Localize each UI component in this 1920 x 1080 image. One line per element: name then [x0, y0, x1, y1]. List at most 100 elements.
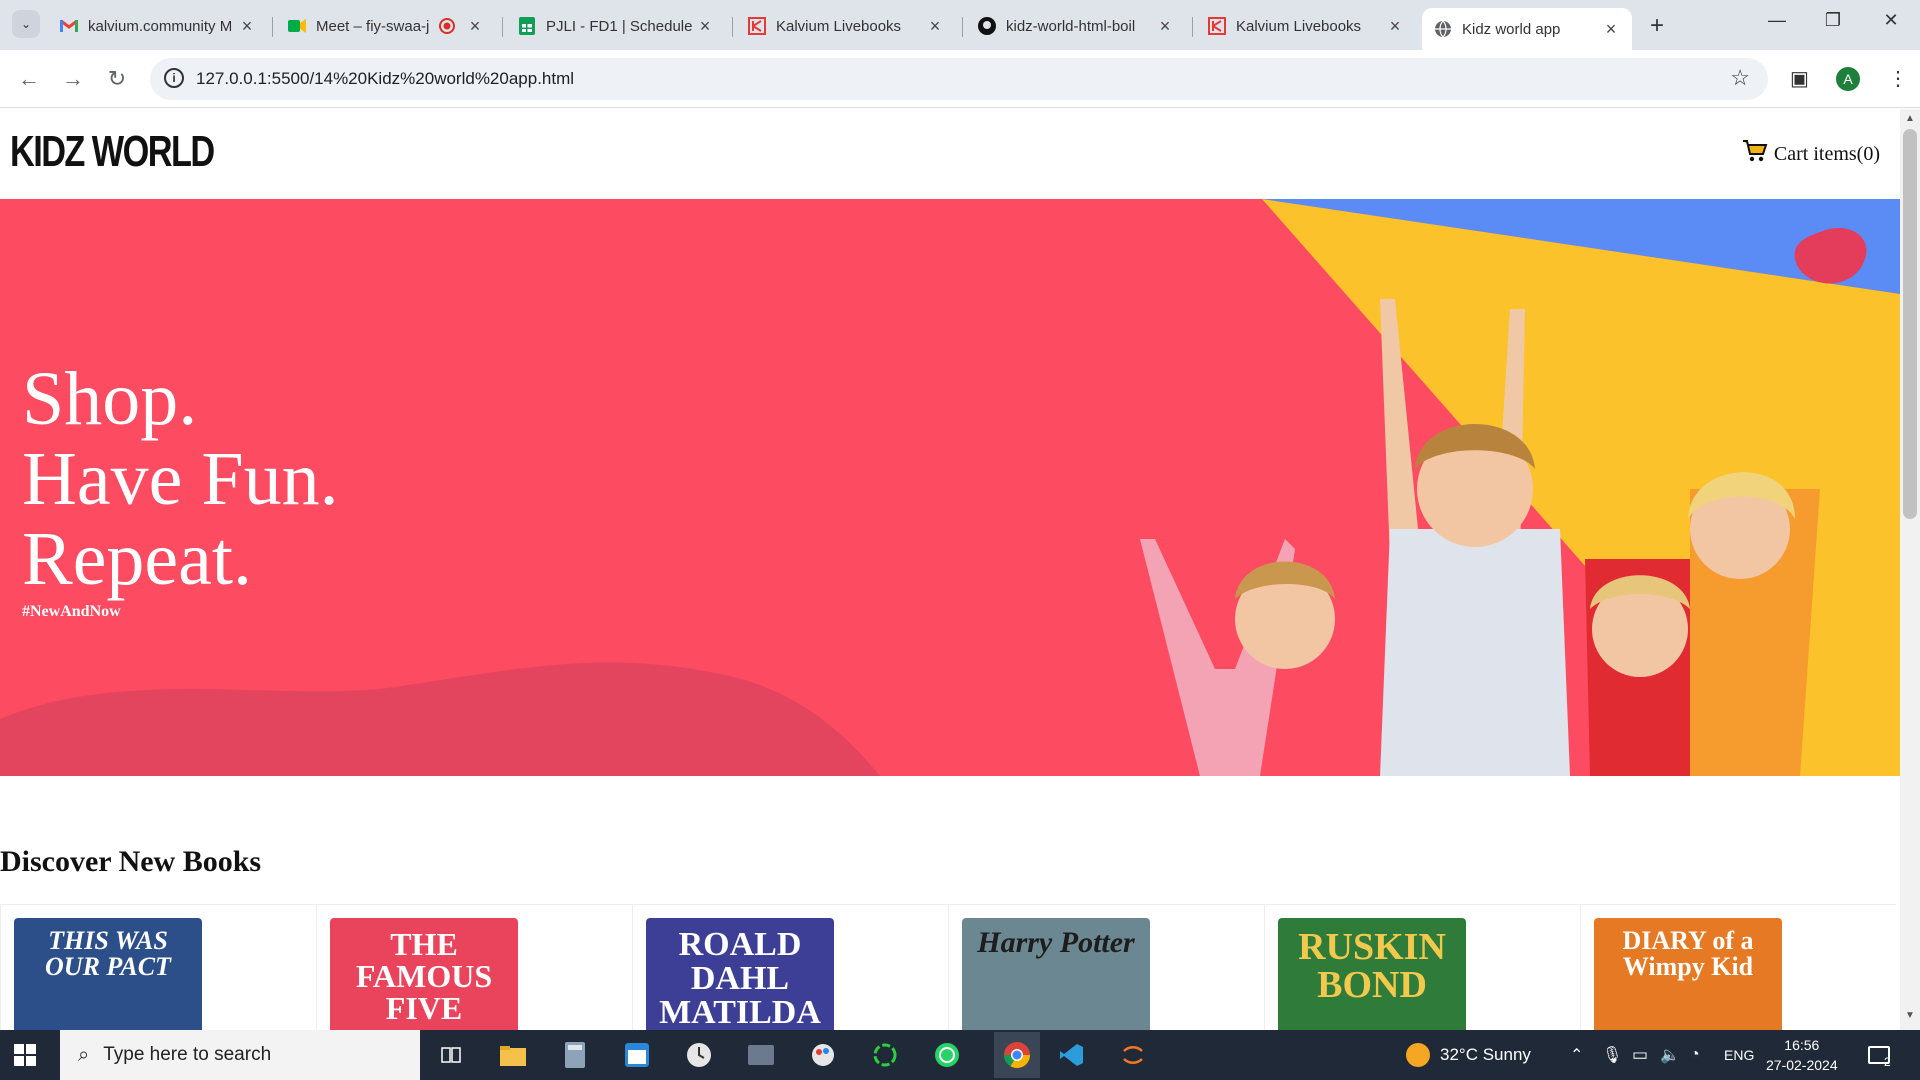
- close-icon[interactable]: ×: [1602, 19, 1620, 40]
- book-card[interactable]: Harry Potter: [948, 904, 1264, 1030]
- book-card[interactable]: RUSKIN BOND: [1264, 904, 1580, 1030]
- cart-link[interactable]: Cart items(0): [1742, 139, 1880, 169]
- minimize-icon[interactable]: —: [1762, 10, 1792, 31]
- book-cover[interactable]: RUSKIN BOND: [1278, 918, 1466, 1030]
- menu-icon[interactable]: ⋮: [1888, 66, 1908, 91]
- close-window-icon[interactable]: ✕: [1876, 10, 1906, 31]
- book-card[interactable]: THIS WAS OUR PACT: [0, 904, 316, 1030]
- jupyter-icon[interactable]: [1118, 1040, 1148, 1070]
- book-cover[interactable]: THIS WAS OUR PACT: [14, 918, 202, 1030]
- close-icon[interactable]: ×: [466, 16, 484, 37]
- tab-kalvium-2[interactable]: Kalvium Livebooks ×: [1196, 8, 1416, 44]
- tab-title: kalvium.community M: [88, 17, 233, 35]
- kalvium-icon: [748, 17, 766, 35]
- book-list: THIS WAS OUR PACT THE FAMOUS FIVE ROALD …: [0, 904, 1900, 1030]
- file-explorer-icon[interactable]: [498, 1040, 528, 1070]
- tab-gmail[interactable]: kalvium.community M ×: [48, 8, 268, 44]
- windows-start-icon[interactable]: [14, 1044, 36, 1066]
- tab-divider: [1192, 17, 1193, 37]
- close-icon[interactable]: ×: [238, 16, 256, 37]
- book-card[interactable]: ROALD DAHL MATILDA: [632, 904, 948, 1030]
- task-view-icon[interactable]: [436, 1040, 466, 1070]
- page-viewport: KIDZ WORLD Cart items(0) Shop. Have Fun.…: [0, 109, 1900, 1030]
- tab-title: kidz-world-html-boil: [1006, 17, 1136, 35]
- forward-arrow-icon[interactable]: →: [58, 66, 88, 92]
- microphone-icon[interactable]: 🎙: [1602, 1030, 1622, 1080]
- book-card[interactable]: THE FAMOUS FIVE: [316, 904, 632, 1030]
- book-card[interactable]: DIARY of a Wimpy Kid: [1580, 904, 1896, 1030]
- book-cover-title: THIS WAS OUR PACT: [45, 926, 171, 981]
- notification-icon: [1868, 1046, 1890, 1064]
- sun-icon: [1406, 1043, 1430, 1067]
- clock-date: 27-02-2024: [1766, 1057, 1838, 1073]
- bookmark-star-icon[interactable]: ☆: [1730, 65, 1750, 91]
- tab-sheets[interactable]: PJLI - FD1 | Schedule ×: [506, 8, 726, 44]
- profile-avatar[interactable]: A: [1836, 67, 1860, 91]
- meet-icon: [288, 17, 306, 35]
- tab-kidz-world[interactable]: Kidz world app ×: [1422, 8, 1632, 50]
- book-cover-title: THE FAMOUS FIVE: [355, 926, 493, 1026]
- tab-title: PJLI - FD1 | Schedule: [546, 17, 693, 35]
- weather-widget[interactable]: 32°C Sunny: [1406, 1030, 1531, 1080]
- new-tab-button[interactable]: +: [1650, 12, 1664, 40]
- hero-text: Shop. Have Fun. Repeat. #NewAndNow: [22, 359, 339, 621]
- url-text[interactable]: 127.0.0.1:5500/14%20Kidz%20world%20app.h…: [196, 69, 574, 89]
- scroll-up-arrow-icon[interactable]: ▲: [1900, 113, 1920, 129]
- close-icon[interactable]: ×: [926, 16, 944, 37]
- taskbar-clock[interactable]: 16:56 27-02-2024: [1766, 1035, 1838, 1075]
- book-cover[interactable]: THE FAMOUS FIVE: [330, 918, 518, 1030]
- speaker-icon[interactable]: 🔈: [1660, 1030, 1680, 1080]
- vscode-icon[interactable]: [1056, 1040, 1086, 1070]
- scrollbar-thumb[interactable]: [1903, 129, 1917, 519]
- tab-meet[interactable]: Meet – fiy-swaa-j ×: [276, 8, 496, 44]
- book-cover-title: DIARY of a Wimpy Kid: [1622, 926, 1754, 981]
- site-info-icon[interactable]: i: [164, 68, 184, 88]
- paint-icon[interactable]: [808, 1040, 838, 1070]
- wifi-icon[interactable]: ◔: [1690, 1030, 1700, 1080]
- hero-hashtag: #NewAndNow: [22, 603, 121, 620]
- globe-icon: [1434, 20, 1452, 38]
- tab-divider: [502, 17, 503, 37]
- close-icon[interactable]: ×: [696, 16, 714, 37]
- tab-divider: [962, 17, 963, 37]
- book-cover[interactable]: DIARY of a Wimpy Kid: [1594, 918, 1782, 1030]
- hero-line: Repeat.: [22, 517, 253, 601]
- address-bar[interactable]: i 127.0.0.1:5500/14%20Kidz%20world%20app…: [150, 58, 1768, 100]
- page-scrollbar[interactable]: ▲ ▼: [1900, 109, 1920, 1030]
- battery-icon[interactable]: ▭: [1632, 1030, 1648, 1080]
- taskbar-search-box[interactable]: ⌕ Type here to search: [60, 1030, 420, 1080]
- chevron-up-icon[interactable]: ⌃: [1570, 1030, 1583, 1080]
- clock-app-icon[interactable]: [684, 1040, 714, 1070]
- close-icon[interactable]: ×: [1156, 16, 1174, 37]
- back-arrow-icon[interactable]: ←: [14, 66, 44, 92]
- book-cover[interactable]: ROALD DAHL MATILDA: [646, 918, 834, 1030]
- close-icon[interactable]: ×: [1386, 16, 1404, 37]
- browser-tab-strip: ⌄ kalvium.community M × Meet – fiy-swaa-…: [0, 0, 1920, 50]
- notification-center[interactable]: 2: [1868, 1030, 1891, 1080]
- tab-kalvium-1[interactable]: Kalvium Livebooks ×: [736, 8, 956, 44]
- side-panel-icon[interactable]: ▣: [1790, 66, 1809, 91]
- tab-divider: [272, 17, 273, 37]
- gmail-icon: [60, 17, 78, 35]
- browser-toolbar: ← → ↻ i 127.0.0.1:5500/14%20Kidz%20world…: [0, 50, 1920, 108]
- recording-icon: [438, 17, 456, 35]
- whatsapp-icon[interactable]: [932, 1040, 962, 1070]
- scroll-down-arrow-icon[interactable]: ▼: [1900, 1010, 1920, 1026]
- weather-text: 32°C Sunny: [1440, 1045, 1531, 1064]
- reload-icon[interactable]: ↻: [102, 66, 132, 92]
- search-icon: ⌕: [78, 1043, 90, 1066]
- cart-label: Cart items(0): [1773, 142, 1880, 165]
- tab-github[interactable]: kidz-world-html-boil ×: [966, 8, 1186, 44]
- loader-app-icon[interactable]: [870, 1040, 900, 1070]
- calendar-icon[interactable]: [622, 1040, 652, 1070]
- language-indicator[interactable]: ENG: [1724, 1030, 1754, 1080]
- screen-app-icon[interactable]: [746, 1040, 776, 1070]
- tab-search-button[interactable]: ⌄: [12, 10, 40, 38]
- tab-title: Kidz world app: [1462, 20, 1561, 38]
- chrome-icon[interactable]: [994, 1032, 1040, 1078]
- calculator-icon[interactable]: [560, 1040, 590, 1070]
- site-header: KIDZ WORLD Cart items(0): [0, 109, 1900, 199]
- site-logo[interactable]: KIDZ WORLD: [10, 127, 215, 177]
- book-cover[interactable]: Harry Potter: [962, 918, 1150, 1030]
- restore-icon[interactable]: ❐: [1818, 10, 1848, 31]
